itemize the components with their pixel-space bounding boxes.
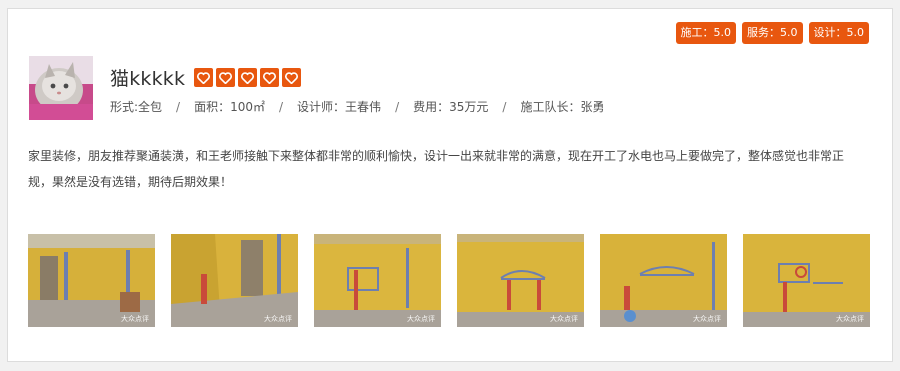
meta-area: 面积：100㎡ — [194, 100, 265, 114]
photo-thumbnail[interactable]: 大众点评 — [314, 234, 441, 327]
photo-watermark: 大众点评 — [550, 315, 578, 323]
photo-thumbnail[interactable]: 大众点评 — [457, 234, 584, 327]
heart-icon — [282, 68, 302, 87]
photo-watermark: 大众点评 — [693, 315, 721, 323]
avatar[interactable] — [29, 56, 93, 120]
photo-gallery: 大众点评 大众点评 大众点评 大众点评 大众点评 大众点评 — [28, 234, 870, 327]
meta-cost: 费用：35万元 — [413, 100, 489, 114]
review-card: 施工：5.0 服务：5.0 设计：5.0 猫kkkkk 形式:全包/面积：1 — [7, 8, 893, 362]
photo-thumbnail[interactable]: 大众点评 — [171, 234, 298, 327]
meta-separator: / — [176, 100, 181, 114]
photo-watermark: 大众点评 — [836, 315, 864, 323]
photo-thumbnail[interactable]: 大众点评 — [600, 234, 727, 327]
photo-watermark: 大众点评 — [264, 315, 292, 323]
photo-thumbnail[interactable]: 大众点评 — [743, 234, 870, 327]
photo-thumbnail[interactable]: 大众点评 — [28, 234, 155, 327]
service-score-badge: 服务：5.0 — [742, 22, 803, 44]
score-badges: 施工：5.0 服务：5.0 设计：5.0 — [675, 22, 869, 44]
cat-avatar-icon — [29, 56, 93, 120]
meta-type: 形式:全包 — [110, 100, 163, 114]
heart-icon — [238, 68, 258, 87]
user-name-row: 猫kkkkk — [110, 64, 302, 91]
project-meta: 形式:全包 / 面积：100㎡ / 设计师：王春伟 / 费用：35万元 / 施工队长：张勇 — [110, 98, 604, 115]
construction-score-badge: 施工：5.0 — [675, 22, 736, 44]
heart-icon — [216, 68, 236, 87]
photo-watermark: 大众点评 — [407, 315, 435, 323]
review-text: 家里装修，朋友推荐聚通装潢，和王老师接触下来整体都非常的顺利愉快，设计一出来就非… — [28, 149, 845, 189]
meta-separator: / — [395, 100, 400, 114]
rating-hearts — [194, 68, 302, 87]
heart-icon — [194, 68, 214, 87]
meta-foreman: 施工队长：张勇 — [520, 100, 605, 114]
meta-designer: 设计师：王春伟 — [297, 100, 382, 114]
heart-icon — [260, 68, 280, 87]
photo-watermark: 大众点评 — [121, 315, 149, 323]
meta-separator: / — [279, 100, 284, 114]
design-score-badge: 设计：5.0 — [808, 22, 869, 44]
user-name[interactable]: 猫kkkkk — [110, 64, 185, 91]
meta-separator: / — [502, 100, 507, 114]
